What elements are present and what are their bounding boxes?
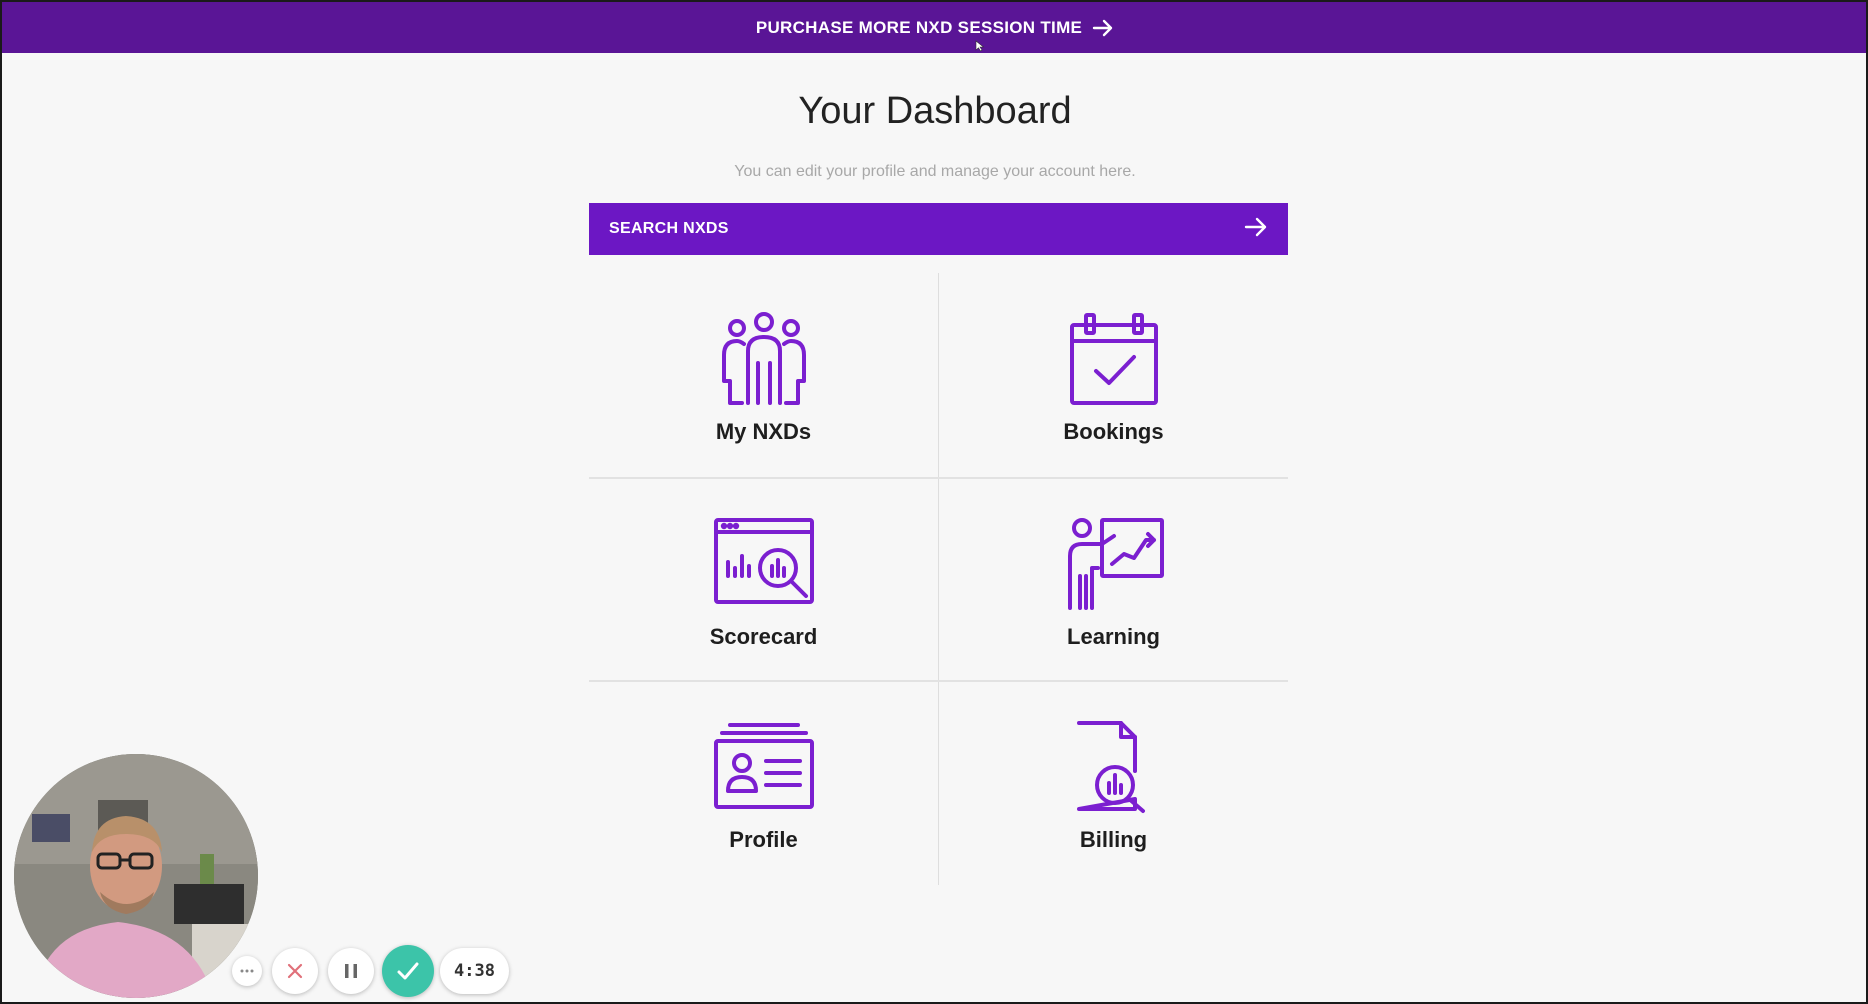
tile-label: Bookings <box>1063 419 1164 444</box>
close-icon <box>287 963 303 979</box>
tile-label: Billing <box>1079 827 1148 852</box>
search-nxds-label: SEARCH NXDS <box>609 220 729 237</box>
id-card-icon <box>709 717 819 817</box>
tile-my-nxds[interactable]: My NXDs <box>589 273 938 477</box>
dashboard-screen: PURCHASE MORE NXD SESSION TIME Your Dash… <box>0 0 1868 1004</box>
recording-controls: 4:38 <box>232 945 509 997</box>
pause-recording-button[interactable] <box>328 948 374 994</box>
tile-label: Profile <box>729 827 798 852</box>
arrow-right-icon <box>1244 216 1268 243</box>
tile-bookings[interactable]: Bookings <box>939 273 1288 477</box>
tile-scorecard[interactable]: Scorecard <box>589 478 938 682</box>
tile-label: My NXDs <box>715 419 812 444</box>
page-subtitle: You can edit your profile and manage you… <box>734 163 1136 180</box>
dashboard-tiles: My NXDs Bookings Scorecard Learning Prof… <box>589 273 1288 885</box>
finish-recording-button[interactable] <box>382 945 434 997</box>
webcam-overlay[interactable] <box>14 754 258 998</box>
people-group-icon <box>709 309 819 409</box>
tile-label: Learning <box>1067 624 1160 649</box>
recording-timer: 4:38 <box>440 948 509 994</box>
analytics-window-icon <box>709 514 819 614</box>
page-title: Your Dashboard <box>798 90 1072 132</box>
more-options-button[interactable] <box>232 956 262 986</box>
arrow-right-icon <box>1092 18 1114 38</box>
check-icon <box>397 962 419 980</box>
banner-text: PURCHASE MORE NXD SESSION TIME <box>755 17 1083 37</box>
search-nxds-button[interactable]: SEARCH NXDS <box>589 203 1288 255</box>
tile-label: Scorecard <box>709 624 818 649</box>
document-search-icon <box>1059 717 1169 817</box>
tile-profile[interactable]: Profile <box>589 681 938 885</box>
purchase-session-time-banner[interactable]: PURCHASE MORE NXD SESSION TIME <box>2 2 1868 53</box>
presenter-chart-icon <box>1059 514 1169 614</box>
tile-billing[interactable]: Billing <box>939 681 1288 885</box>
tile-learning[interactable]: Learning <box>939 478 1288 682</box>
pause-icon <box>345 964 357 978</box>
cancel-recording-button[interactable] <box>272 948 318 994</box>
mouse-cursor-icon <box>975 40 985 52</box>
calendar-check-icon <box>1059 309 1169 409</box>
ellipsis-icon <box>240 969 254 973</box>
